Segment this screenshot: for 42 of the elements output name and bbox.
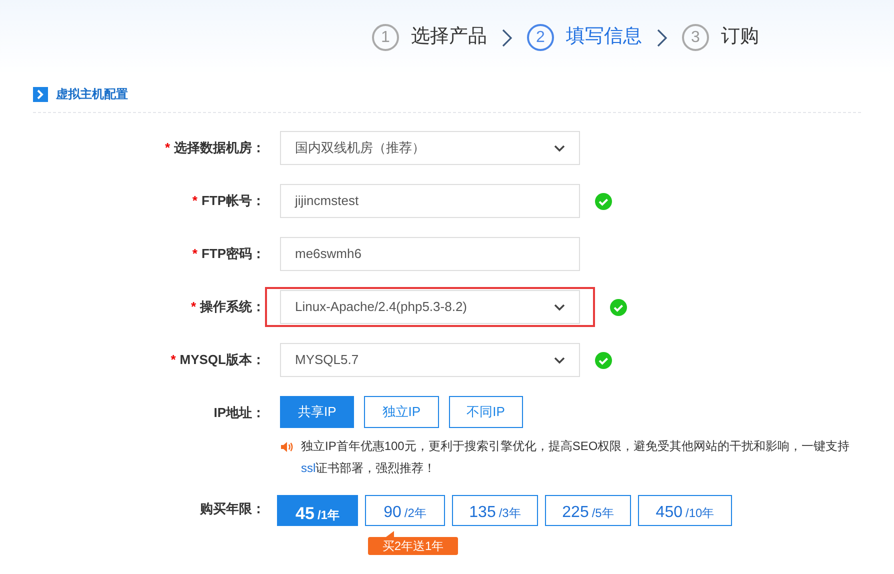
section-title: 虚拟主机配置 — [56, 86, 128, 103]
term-option[interactable]: 450 /10年 — [638, 495, 732, 526]
speaker-icon — [280, 441, 293, 453]
chevron-icon — [656, 28, 668, 48]
ip-option[interactable]: 共享IP — [280, 396, 354, 428]
field-label: MYSQL版本： — [180, 351, 265, 369]
term-option[interactable]: 225 /5年 — [545, 495, 631, 526]
caret-icon — [554, 144, 565, 152]
required-mark: * — [192, 245, 198, 263]
step-number: 3 — [682, 24, 709, 51]
input-field[interactable]: jijincmstest — [280, 184, 580, 218]
promo-badge: 买2年送1年 — [368, 537, 458, 555]
ip-option[interactable]: 不同IP — [448, 396, 523, 428]
field-label: 选择数据机房： — [174, 139, 265, 157]
step-number: 2 — [527, 24, 554, 51]
ssl-link[interactable]: ssl — [301, 461, 316, 475]
required-mark: * — [192, 192, 198, 210]
dropdown[interactable]: 国内双线机房（推荐） — [280, 131, 580, 165]
dropdown[interactable]: Linux-Apache/2.4(php5.3-8.2) — [280, 290, 580, 324]
term-option[interactable]: 45 /1年 — [277, 495, 358, 526]
caret-icon — [554, 356, 565, 364]
step-number: 1 — [372, 24, 399, 51]
notice-text: 独立IP首年优惠100元，更利于搜索引擎优化，提高SEO权限，避免受其他网站的干扰和影响，一键支持 ssl证书部署，强烈推荐！ — [301, 438, 851, 477]
required-mark: * — [190, 298, 196, 316]
field-label: FTP帐号： — [201, 192, 265, 210]
chevron-icon — [33, 86, 48, 102]
chevron-icon — [501, 28, 513, 48]
field-label: IP地址： — [214, 404, 265, 422]
input-field[interactable]: me6swmh6 — [280, 237, 580, 271]
caret-icon — [554, 304, 565, 310]
required-mark: * — [164, 139, 170, 157]
field-label: 购买年限： — [200, 500, 265, 518]
field-label: FTP密码： — [201, 245, 265, 263]
step-label: 填写信息 — [566, 25, 642, 50]
step-label: 订购 — [721, 25, 759, 50]
step-label: 选择产品 — [411, 25, 487, 50]
ip-option[interactable]: 独立IP — [364, 396, 439, 428]
term-option[interactable]: 135 /3年 — [452, 495, 538, 526]
dropdown[interactable]: MYSQL5.7 — [280, 343, 580, 377]
field-label: 操作系统： — [200, 298, 265, 316]
required-mark: * — [170, 351, 176, 369]
term-option[interactable]: 90 /2年 — [365, 495, 445, 526]
